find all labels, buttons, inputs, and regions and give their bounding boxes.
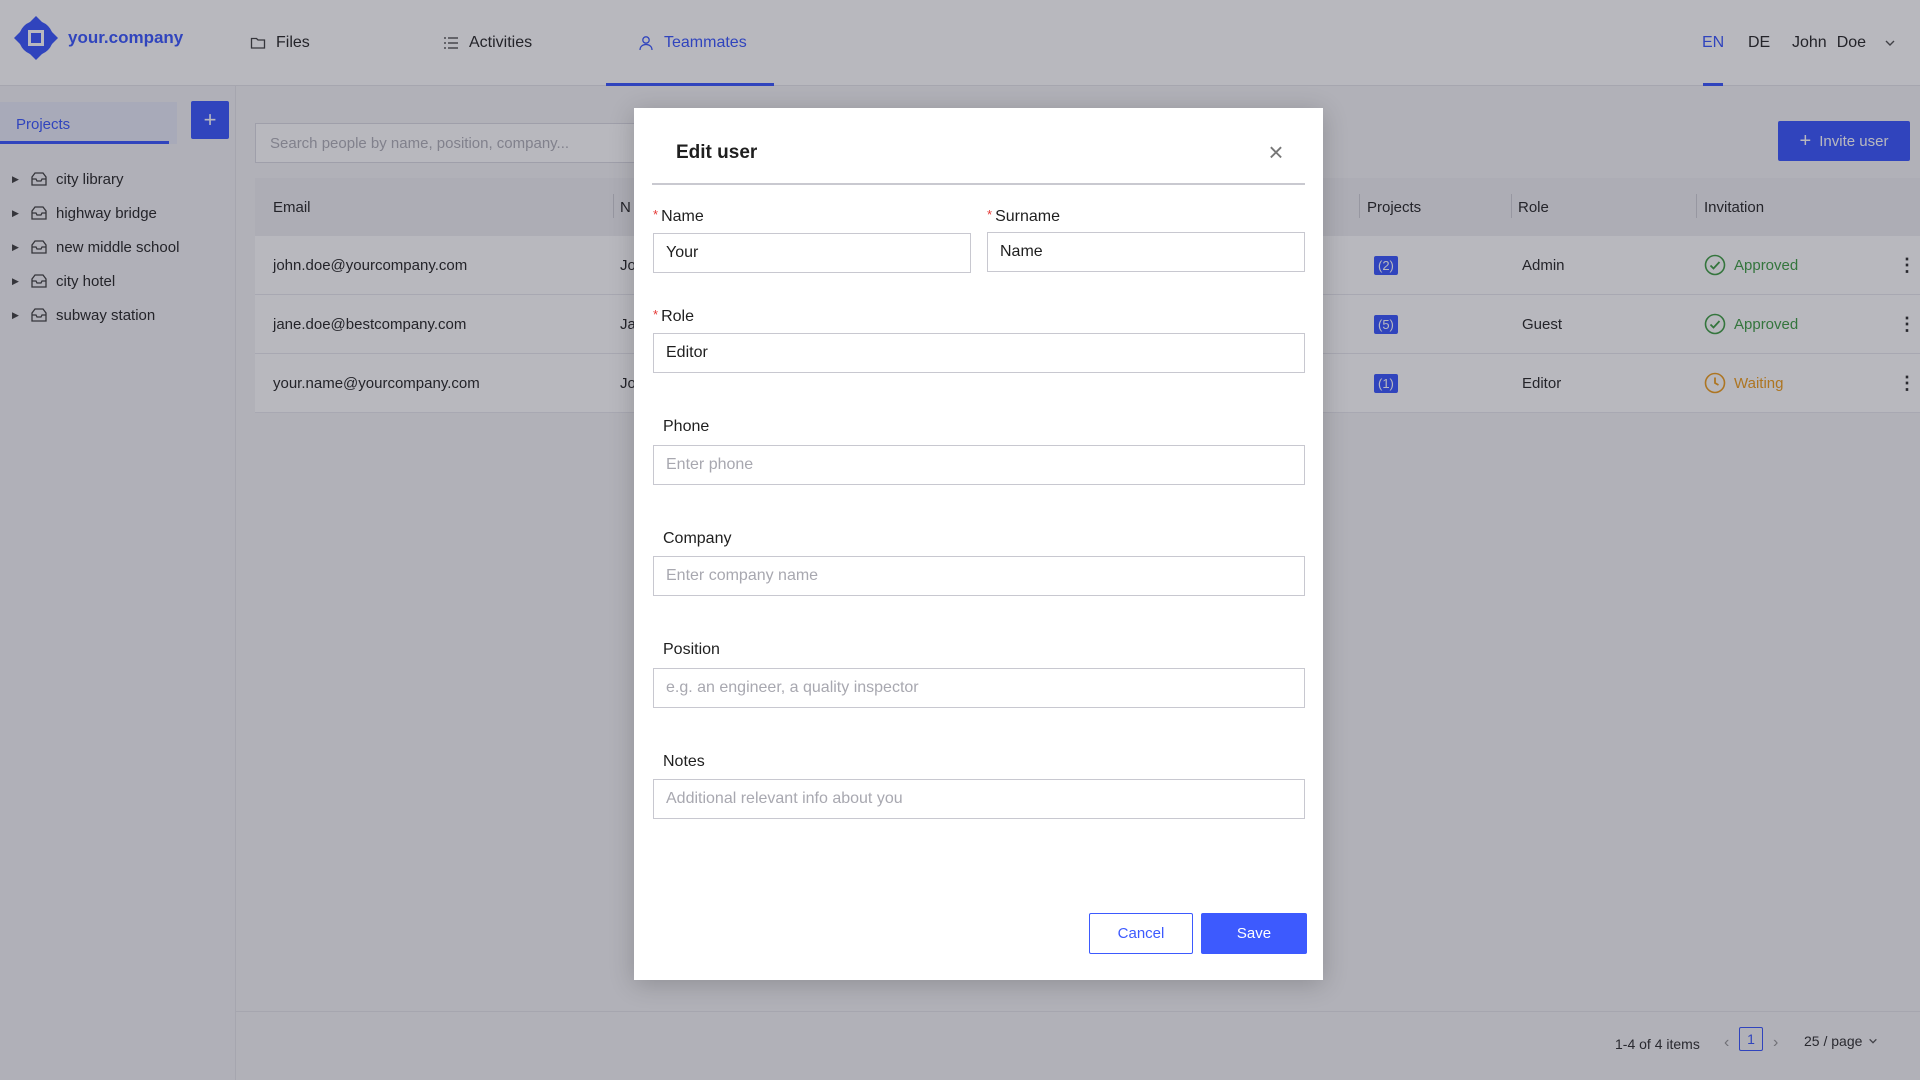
role-label: * Role — [653, 307, 694, 325]
required-mark: * — [653, 307, 659, 322]
close-icon[interactable]: × — [1264, 139, 1288, 165]
surname-label: * Surname — [987, 207, 1060, 225]
role-field[interactable]: Editor — [653, 333, 1305, 373]
phone-field[interactable]: Enter phone — [653, 445, 1305, 485]
company-field[interactable]: Enter company name — [653, 556, 1305, 596]
phone-label: Phone — [663, 418, 710, 435]
surname-field[interactable]: Name — [987, 232, 1305, 272]
name-field[interactable]: Your — [653, 233, 971, 273]
dialog-title: Edit user — [676, 142, 758, 163]
required-mark: * — [987, 207, 993, 222]
notes-label: Notes — [663, 753, 705, 770]
position-label: Position — [663, 641, 720, 658]
edit-user-dialog: Edit user × * Name Your * Surname Name * Ro… — [634, 108, 1323, 980]
company-label: Company — [663, 530, 732, 547]
title-divider — [652, 183, 1305, 185]
save-button[interactable]: Save — [1201, 913, 1307, 954]
required-mark: * — [653, 207, 659, 222]
name-label: * Name — [653, 207, 704, 225]
notes-field[interactable]: Additional relevant info about you — [653, 779, 1305, 819]
cancel-button[interactable]: Cancel — [1089, 913, 1193, 954]
position-field[interactable]: e.g. an engineer, a quality inspector — [653, 668, 1305, 708]
